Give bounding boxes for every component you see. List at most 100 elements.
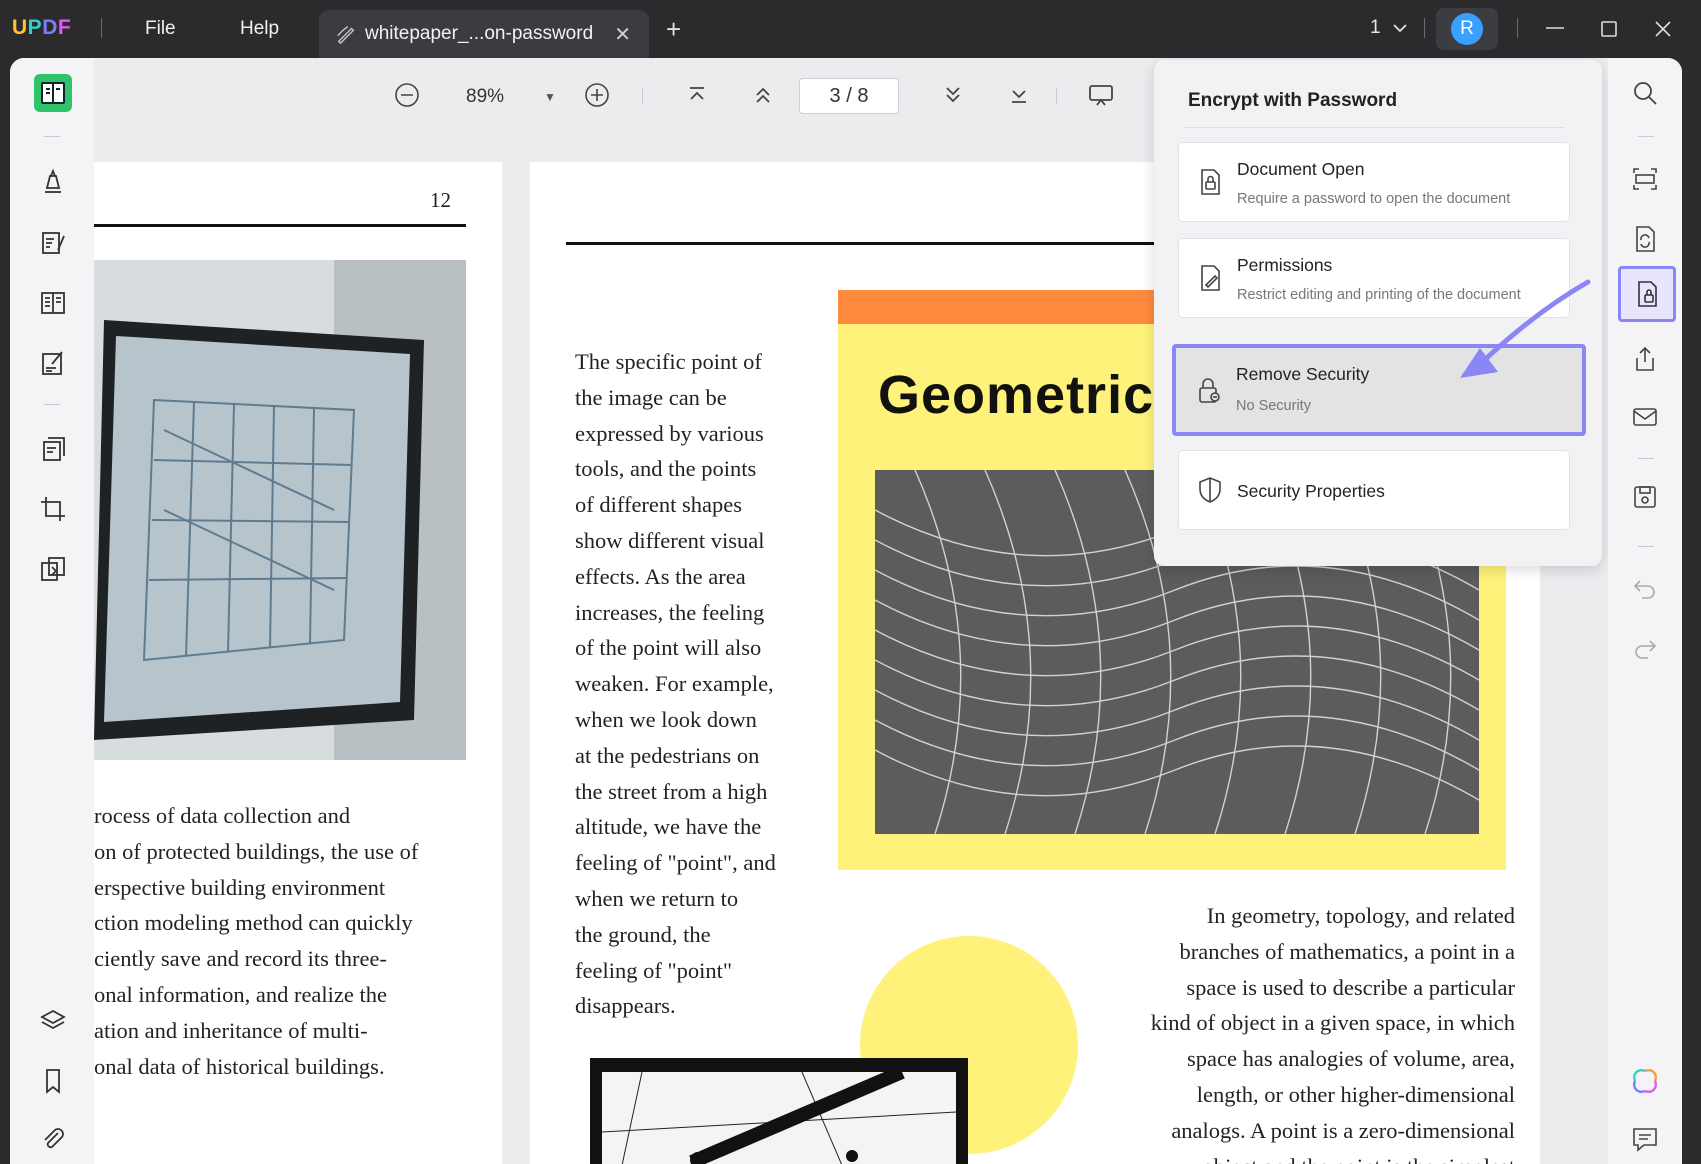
left-page-body-text: rocess of data collection and on of prot… bbox=[94, 798, 494, 1084]
rail-separator bbox=[44, 404, 60, 405]
text-line: on of protected buildings, the use of bbox=[94, 838, 419, 864]
zoom-level[interactable]: 89% bbox=[466, 86, 504, 108]
toolbar-separator bbox=[642, 88, 643, 104]
rail-separator bbox=[44, 136, 60, 137]
panel-title: Encrypt with Password bbox=[1188, 90, 1398, 111]
text-line: the image can be bbox=[575, 384, 727, 410]
window-page-indicator[interactable]: 1 bbox=[1370, 17, 1381, 39]
email-icon[interactable] bbox=[1626, 398, 1664, 436]
text-line: the ground, the bbox=[575, 921, 711, 947]
edit-text-icon[interactable] bbox=[34, 224, 72, 262]
previous-page-icon[interactable] bbox=[746, 78, 780, 112]
right-page-paragraph: In geometry, topology, and related branc… bbox=[1095, 898, 1515, 1164]
undo-icon[interactable] bbox=[1626, 568, 1664, 606]
text-line: disappears. bbox=[575, 993, 676, 1019]
workspace: 89% ▼ 3 / 8 12 rocess of data collection… bbox=[10, 58, 1682, 1164]
text-line: ction modeling method can quickly bbox=[94, 910, 413, 936]
security-properties-option[interactable]: Security Properties bbox=[1178, 450, 1570, 530]
maximize-icon[interactable] bbox=[1594, 14, 1624, 44]
document-tab[interactable]: whitepaper_...on-password ✕ bbox=[319, 10, 649, 58]
text-line: The specific point of bbox=[575, 349, 762, 374]
text-line: when we look down bbox=[575, 706, 757, 732]
text-line: branches of mathematics, a point in a bbox=[1179, 938, 1515, 964]
layers-icon[interactable] bbox=[34, 1002, 72, 1040]
edit-pen-icon bbox=[337, 26, 355, 45]
minimize-icon[interactable] bbox=[1540, 14, 1570, 44]
page-number-input[interactable]: 3 / 8 bbox=[799, 78, 899, 114]
form-fill-icon[interactable] bbox=[34, 344, 72, 382]
presentation-icon[interactable] bbox=[1084, 78, 1118, 112]
text-line: weaken. For example, bbox=[575, 671, 774, 697]
pdf-page-left: 12 rocess of data collection and on of p… bbox=[94, 162, 502, 1164]
avatar-letter: R bbox=[1451, 13, 1483, 45]
right-page-column-text: The specific point of the image can be e… bbox=[575, 344, 805, 1024]
header-rule bbox=[566, 242, 1166, 245]
avatar[interactable]: R bbox=[1436, 8, 1498, 50]
text-line: ciently save and record its three- bbox=[94, 946, 387, 972]
text-line: analogs. A point is a zero-dimensional bbox=[1171, 1117, 1515, 1143]
option-description: Require a password to open the document bbox=[1237, 191, 1511, 207]
menu-file[interactable]: File bbox=[145, 18, 176, 40]
rail-separator bbox=[1638, 136, 1654, 137]
text-line: onal data of historical buildings. bbox=[94, 1053, 385, 1079]
text-line: expressed by various bbox=[575, 420, 764, 446]
protect-document-icon[interactable] bbox=[1618, 266, 1676, 322]
document-open-option[interactable]: Document Open Require a password to open… bbox=[1178, 142, 1570, 222]
highlighter-icon[interactable] bbox=[34, 164, 72, 202]
first-page-icon[interactable] bbox=[680, 78, 714, 112]
share-icon[interactable] bbox=[1626, 340, 1664, 378]
last-page-icon[interactable] bbox=[1002, 78, 1036, 112]
text-line: erspective building environment bbox=[94, 874, 386, 900]
updf-logo: UPDF bbox=[12, 16, 72, 39]
text-line: the street from a high bbox=[575, 778, 768, 804]
next-page-icon[interactable] bbox=[936, 78, 970, 112]
text-line: altitude, we have the bbox=[575, 814, 762, 840]
text-line: increases, the feeling bbox=[575, 599, 765, 625]
chevron-down-icon[interactable] bbox=[1390, 18, 1410, 38]
organize-pages-icon[interactable] bbox=[34, 430, 72, 468]
tab-title: whitepaper_...on-password bbox=[365, 23, 594, 44]
search-icon[interactable] bbox=[1626, 74, 1664, 112]
text-line: object and the point is the simplest bbox=[1095, 1149, 1515, 1164]
option-title: Remove Security bbox=[1236, 364, 1370, 384]
option-title: Security Properties bbox=[1237, 481, 1385, 501]
convert-icon[interactable] bbox=[34, 550, 72, 588]
new-tab-button[interactable]: + bbox=[666, 16, 681, 42]
text-line: In geometry, topology, and related bbox=[1206, 903, 1515, 928]
zoom-out-icon[interactable] bbox=[390, 78, 424, 112]
crop-pages-icon[interactable] bbox=[34, 490, 72, 528]
header-rule bbox=[94, 224, 466, 227]
reader-mode-icon[interactable] bbox=[34, 74, 72, 112]
text-line: show different visual bbox=[575, 527, 765, 553]
text-line: onal information, and realize the bbox=[94, 981, 388, 1007]
attachment-icon[interactable] bbox=[34, 1120, 72, 1158]
text-line: effects. As the area bbox=[575, 563, 746, 589]
ocr-icon[interactable] bbox=[1626, 160, 1664, 198]
text-line: length, or other higher-dimensional bbox=[1196, 1081, 1515, 1107]
text-line: of the point will also bbox=[575, 635, 762, 661]
comment-icon[interactable] bbox=[1626, 1120, 1664, 1158]
text-line: kind of object in a given space, in whic… bbox=[1150, 1010, 1515, 1036]
monitor-photo bbox=[94, 260, 466, 760]
option-title: Document Open bbox=[1237, 159, 1365, 179]
card-title: Geometric bbox=[878, 365, 1155, 425]
zoom-in-icon[interactable] bbox=[580, 78, 614, 112]
menu-help[interactable]: Help bbox=[240, 18, 279, 40]
unlock-icon bbox=[1199, 378, 1220, 403]
bookmark-icon[interactable] bbox=[34, 1062, 72, 1100]
toolbar-separator bbox=[1056, 88, 1057, 104]
ai-assistant-icon[interactable] bbox=[1626, 1062, 1664, 1100]
save-icon[interactable] bbox=[1626, 478, 1664, 516]
title-separator bbox=[101, 18, 102, 38]
convert-file-icon[interactable] bbox=[1626, 220, 1664, 258]
text-line: of different shapes bbox=[575, 492, 743, 518]
title-separator bbox=[1424, 18, 1425, 38]
annotation-arrow bbox=[1460, 279, 1591, 378]
rail-separator bbox=[1638, 546, 1654, 547]
redo-icon[interactable] bbox=[1626, 628, 1664, 666]
close-window-icon[interactable] bbox=[1648, 14, 1678, 44]
zoom-dropdown-icon[interactable]: ▼ bbox=[544, 90, 556, 104]
bottom-photo-frame bbox=[590, 1058, 968, 1164]
tab-close-icon[interactable]: ✕ bbox=[614, 22, 631, 47]
page-layout-icon[interactable] bbox=[34, 284, 72, 322]
